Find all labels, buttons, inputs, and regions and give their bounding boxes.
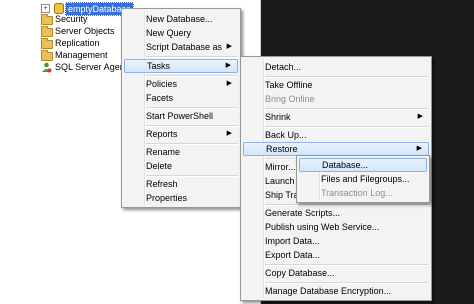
menu-item-label: Shrink: [265, 112, 291, 122]
menu-item-facets[interactable]: Facets: [124, 91, 238, 105]
tree-node-label: Server Objects: [55, 26, 115, 36]
tree-node-label: Security: [55, 14, 88, 24]
menu-item-label: New Database...: [146, 14, 213, 24]
menu-item-label: Launch: [265, 176, 295, 186]
menu-item-label: Rename: [146, 147, 181, 157]
submenu-arrow-icon: ▶: [226, 43, 232, 50]
menu-item-script-database-as[interactable]: Script Database as ▶: [124, 40, 238, 54]
menu-item-label: Files and Filegroups...: [321, 174, 410, 184]
menu-item-generate-scripts[interactable]: Generate Scripts...: [243, 206, 429, 220]
menu-item-label: Start PowerShell: [146, 111, 214, 121]
menu-item-label: Delete: [146, 161, 173, 171]
menu-item-policies[interactable]: Policies ▶: [124, 77, 238, 91]
menu-item-label: Database...: [322, 160, 369, 170]
database-context-menu: New Database... New Query Script Databas…: [121, 8, 241, 208]
tree-node-label: Management: [55, 50, 108, 60]
menu-item-back-up[interactable]: Back Up...: [243, 128, 429, 142]
menu-item-label: Mirror...: [265, 162, 296, 172]
menu-item-properties[interactable]: Properties: [124, 191, 238, 205]
menu-item-label: New Query: [146, 28, 192, 38]
menu-item-tasks[interactable]: Tasks ▶: [124, 59, 238, 73]
menu-item-label: Tasks: [147, 61, 171, 71]
menu-item-shrink[interactable]: Shrink ▶: [243, 110, 429, 124]
menu-item-label: Script Database as: [146, 42, 223, 52]
menu-item-label: Take Offline: [265, 80, 313, 90]
submenu-arrow-icon: ▶: [226, 130, 232, 137]
menu-item-import-data[interactable]: Import Data...: [243, 234, 429, 248]
menu-item-label: Properties: [146, 193, 188, 203]
menu-item-label: Bring Online: [265, 94, 315, 104]
menu-item-detach[interactable]: Detach...: [243, 60, 429, 74]
tree-node-label: SQL Server Agent: [55, 62, 128, 72]
folder-icon: [41, 50, 53, 61]
submenu-arrow-icon: ▶: [225, 62, 231, 69]
menu-item-label: Publish using Web Service...: [265, 222, 380, 232]
menu-item-label: Manage Database Encryption...: [265, 286, 392, 296]
menu-item-new-query[interactable]: New Query: [124, 26, 238, 40]
menu-item-new-database[interactable]: New Database...: [124, 12, 238, 26]
folder-icon: [41, 26, 53, 37]
menu-item-label: Generate Scripts...: [265, 208, 341, 218]
menu-item-label: Import Data...: [265, 236, 320, 246]
menu-item-label: Facets: [146, 93, 174, 103]
menu-item-manage-encryption[interactable]: Manage Database Encryption...: [243, 284, 429, 298]
expand-icon[interactable]: +: [41, 4, 50, 13]
menu-item-restore-transaction-log: Transaction Log...: [299, 186, 427, 200]
menu-item-bring-online: Bring Online: [243, 92, 429, 106]
menu-item-label: Export Data...: [265, 250, 321, 260]
tree-node-label: Replication: [55, 38, 100, 48]
menu-item-reports[interactable]: Reports ▶: [124, 127, 238, 141]
folder-icon: [41, 14, 53, 25]
menu-item-restore-database[interactable]: Database...: [299, 158, 427, 172]
submenu-arrow-icon: ▶: [226, 80, 232, 87]
menu-item-restore-files-filegroups[interactable]: Files and Filegroups...: [299, 172, 427, 186]
menu-item-label: Ship Tra: [265, 190, 299, 200]
menu-item-label: Restore: [266, 144, 298, 154]
menu-separator: [146, 56, 238, 58]
menu-item-copy-database[interactable]: Copy Database...: [243, 266, 429, 280]
menu-item-label: Detach...: [265, 62, 302, 72]
submenu-arrow-icon: ▶: [416, 145, 422, 152]
menu-item-publish-web-service[interactable]: Publish using Web Service...: [243, 220, 429, 234]
menu-item-delete[interactable]: Delete: [124, 159, 238, 173]
menu-item-label: Policies: [146, 79, 178, 89]
menu-item-start-powershell[interactable]: Start PowerShell: [124, 109, 238, 123]
folder-icon: [41, 38, 53, 49]
menu-item-label: Transaction Log...: [321, 188, 393, 198]
menu-item-restore[interactable]: Restore ▶: [243, 142, 429, 156]
submenu-arrow-icon: ▶: [417, 113, 423, 120]
menu-item-label: Back Up...: [265, 130, 307, 140]
menu-item-label: Refresh: [146, 179, 178, 189]
menu-item-refresh[interactable]: Refresh: [124, 177, 238, 191]
restore-submenu: Database... Files and Filegroups... Tran…: [296, 155, 430, 203]
menu-item-label: Copy Database...: [265, 268, 335, 278]
menu-item-label: Reports: [146, 129, 178, 139]
menu-item-export-data[interactable]: Export Data...: [243, 248, 429, 262]
agent-icon: [42, 62, 52, 73]
menu-item-rename[interactable]: Rename: [124, 145, 238, 159]
menu-item-take-offline[interactable]: Take Offline: [243, 78, 429, 92]
